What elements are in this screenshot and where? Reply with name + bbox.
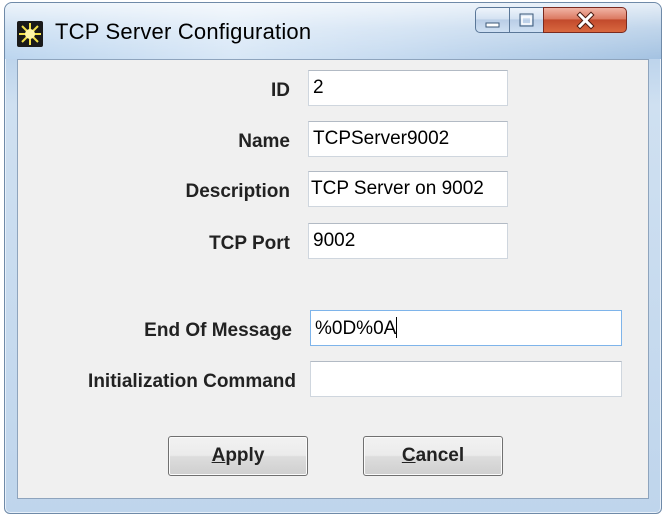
cancel-button[interactable]: Cancel — [363, 436, 503, 476]
name-field[interactable]: TCPServer9002 — [308, 121, 508, 157]
minimize-button[interactable] — [475, 7, 509, 33]
minimize-icon — [485, 22, 500, 28]
description-label: Description — [185, 181, 290, 202]
init-command-field[interactable] — [310, 361, 622, 397]
apply-mnemonic: A — [211, 445, 226, 466]
id-field[interactable]: 2 — [308, 70, 508, 106]
id-label: ID — [271, 80, 290, 101]
maximize-button[interactable] — [509, 7, 543, 33]
tcp-port-label: TCP Port — [209, 233, 290, 254]
end-of-message-field[interactable]: %0D%0A — [310, 310, 622, 346]
maximize-icon — [519, 13, 534, 27]
dialog-window: TCP Server Configuration ID 2 Name TCPSe… — [4, 2, 662, 514]
text-caret — [396, 317, 398, 338]
apply-label-rest: pply — [225, 445, 265, 466]
end-of-message-value: %0D%0A — [315, 318, 397, 339]
close-button[interactable] — [543, 7, 627, 33]
dialog-client-area: ID 2 Name TCPServer9002 Description TCP … — [17, 59, 649, 499]
starburst-icon — [17, 21, 43, 47]
name-label: Name — [238, 131, 290, 152]
description-field[interactable]: TCP Server on 9002 — [308, 171, 508, 207]
title-bar[interactable]: TCP Server Configuration — [5, 3, 661, 59]
apply-button[interactable]: Apply — [168, 436, 308, 476]
cancel-label-rest: ancel — [415, 445, 465, 466]
window-controls — [475, 7, 627, 33]
tcp-port-field[interactable]: 9002 — [308, 223, 508, 259]
window-title: TCP Server Configuration — [55, 19, 312, 44]
cancel-mnemonic: C — [401, 445, 416, 466]
close-icon — [576, 11, 595, 30]
end-of-message-label: End Of Message — [144, 320, 292, 341]
init-command-label: Initialization Command — [88, 371, 296, 392]
